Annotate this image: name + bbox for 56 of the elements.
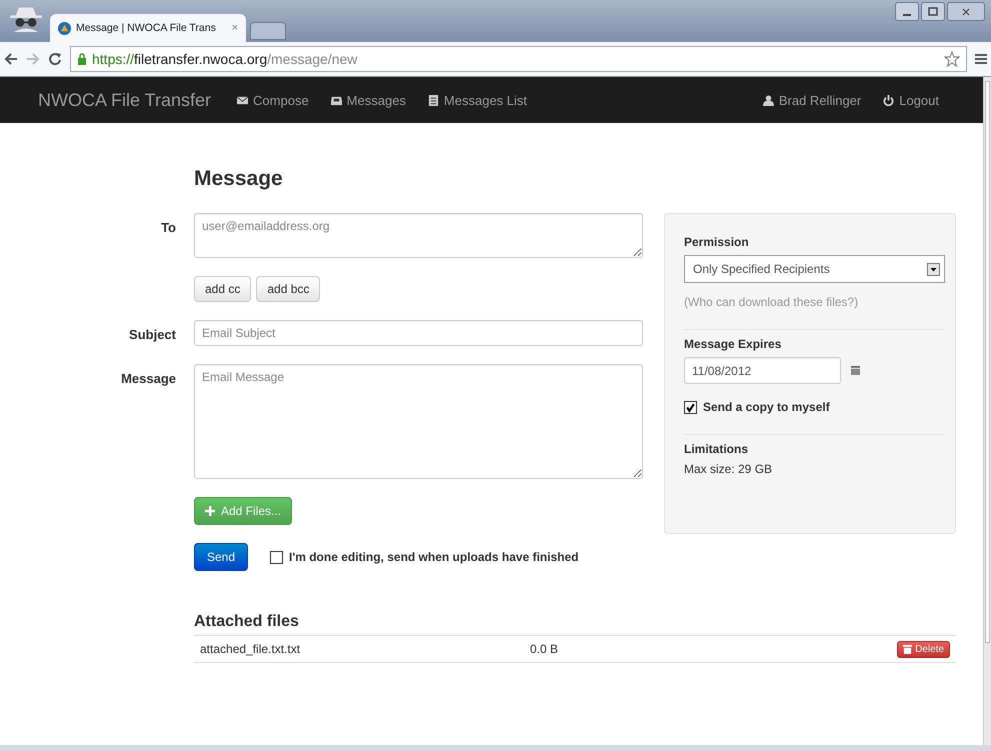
lock-icon	[77, 53, 87, 65]
plus-icon	[205, 506, 215, 516]
nav-link[interactable]: Messages	[330, 92, 406, 108]
checkbox[interactable]	[684, 400, 697, 414]
section-title: Limitations	[684, 442, 750, 456]
delete-button[interactable]: Delete	[897, 640, 950, 658]
file-size: 0.0 B	[530, 642, 560, 656]
help-text: (Who can download these files?)	[684, 295, 860, 309]
back-icon[interactable]	[4, 52, 18, 66]
section-title: Attached files	[194, 613, 300, 631]
calendar-icon[interactable]	[851, 366, 860, 375]
field-label: Message Expires	[684, 337, 782, 351]
checkbox-label: Send a copy to myself	[703, 400, 830, 414]
subject-field[interactable]: Email Subject	[194, 320, 643, 346]
permission-dropdown[interactable]: Only Specified Recipients	[684, 255, 945, 283]
browser-tab[interactable]: Message | NWOCA File Trans ×	[50, 14, 246, 42]
checkbox[interactable]	[270, 550, 284, 564]
size-limit-text: Max size: 29 GB	[684, 462, 774, 476]
trash-icon	[903, 644, 912, 654]
field-label: To	[160, 219, 176, 235]
file-name: attached_file.txt.txt	[200, 642, 302, 656]
checkbox-label: I'm done editing, send when uploads have finished	[289, 550, 579, 564]
tab-close-button[interactable]: ×	[232, 22, 238, 34]
address-bar[interactable]: https://filetransfer.nwoca.org/message/new	[70, 46, 967, 72]
nav-link[interactable]: Brad Rellinger	[762, 92, 862, 108]
close-icon	[961, 6, 971, 16]
nav-link[interactable]: Messages List	[428, 92, 528, 108]
reload-icon[interactable]	[48, 52, 62, 66]
user-icon	[762, 94, 774, 106]
list-icon	[428, 94, 439, 106]
scrollbar[interactable]	[983, 77, 991, 745]
add-recipient-button[interactable]: add cc	[194, 276, 252, 302]
menu-icon[interactable]	[975, 53, 987, 65]
maximize-button[interactable]	[921, 2, 945, 21]
tab-title: Message | NWOCA File Trans	[76, 22, 217, 34]
field-label: Subject	[128, 326, 176, 342]
close-button[interactable]	[947, 2, 985, 21]
page-heading: Message	[194, 166, 283, 192]
brand-link[interactable]: NWOCA File Transfer	[38, 90, 212, 110]
site-logo-icon	[58, 22, 71, 34]
add-recipient-button[interactable]: add bcc	[256, 276, 320, 302]
field-label: Message	[120, 370, 176, 386]
send-button[interactable]: Send	[194, 543, 248, 571]
maximize-icon	[928, 6, 938, 16]
star-icon[interactable]	[944, 51, 960, 67]
nav-link[interactable]: Logout	[883, 92, 939, 108]
minimize-icon	[903, 14, 911, 16]
envelope-icon	[237, 94, 248, 106]
to-field[interactable]: user@emailaddress.org	[194, 213, 643, 258]
field-label: Permission	[684, 235, 750, 249]
message-field[interactable]: Email Message	[194, 364, 643, 479]
nav-link[interactable]: Compose	[237, 92, 309, 108]
date-field[interactable]: 11/08/2012	[684, 357, 841, 384]
power-icon	[883, 94, 894, 106]
inbox-icon	[330, 94, 342, 106]
minimize-button[interactable]	[895, 2, 919, 21]
